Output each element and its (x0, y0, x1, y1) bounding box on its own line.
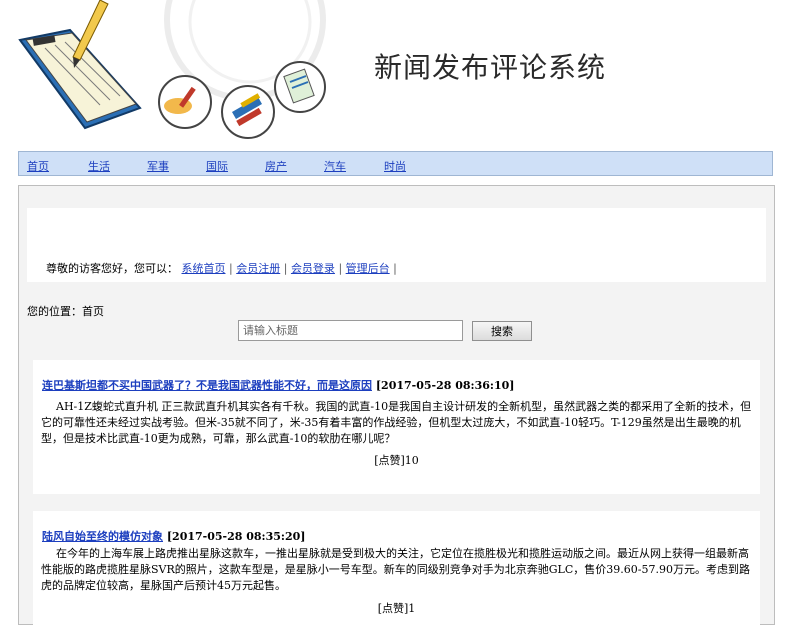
link-separator: | (338, 262, 343, 275)
article-like-count[interactable]: [点赞]10 (33, 452, 760, 468)
article-heading: 陆风自始至终的模仿对象 [2017-05-28 08:35:20] (42, 528, 306, 544)
article-heading: 连巴基斯坦都不买中国武器了？不是我国武器性能不好，而是这原因 [2017-05-… (42, 377, 515, 393)
site-banner: 新闻发布评论系统 (0, 0, 800, 148)
link-register[interactable]: 会员注册 (236, 262, 280, 275)
welcome-panel: 尊敬的访客您好，您可以： 系统首页 | 会员注册 | 会员登录 | 管理后台 | (27, 208, 766, 282)
article-card: 陆风自始至终的模仿对象 [2017-05-28 08:35:20] 在今年的上海… (33, 511, 760, 631)
books-circle-icon (221, 85, 275, 139)
article-summary: AH-1Z蝮蛇式直升机 正三款武直升机其实各有千秋。我国的武直-10是我国自主设… (41, 400, 752, 445)
search-button[interactable]: 搜索 (472, 321, 532, 341)
search-input[interactable] (238, 320, 463, 341)
article-date: [2017-05-28 08:35:20] (166, 530, 306, 543)
main-nav: 首页 生活 军事 国际 房产 汽车 时尚 (18, 151, 773, 176)
article-title-link[interactable]: 陆风自始至终的模仿对象 (42, 530, 163, 543)
article-summary: 在今年的上海车展上路虎推出星脉这款车，一推出星脉就是受到极大的关注，它定位在揽胜… (41, 547, 750, 592)
clipboard-circle-icon (274, 61, 326, 113)
banner-illustration (18, 0, 326, 139)
site-title: 新闻发布评论系统 (374, 51, 607, 84)
nav-item-real-estate[interactable]: 房产 (265, 158, 287, 174)
welcome-text: 尊敬的访客您好，您可以： (46, 262, 178, 275)
nav-item-auto[interactable]: 汽车 (324, 158, 346, 174)
link-login[interactable]: 会员登录 (291, 262, 335, 275)
link-separator: | (393, 262, 397, 275)
article-date: [2017-05-28 08:36:10] (375, 379, 515, 392)
nav-item-life[interactable]: 生活 (88, 158, 110, 174)
link-admin[interactable]: 管理后台 (346, 262, 390, 275)
link-separator: | (283, 262, 288, 275)
article-card: 连巴基斯坦都不买中国武器了？不是我国武器性能不好，而是这原因 [2017-05-… (33, 360, 760, 494)
nav-item-international[interactable]: 国际 (206, 158, 228, 174)
link-separator: | (229, 262, 233, 275)
content-frame: 尊敬的访客您好，您可以： 系统首页 | 会员注册 | 会员登录 | 管理后台 |… (18, 185, 775, 631)
nav-item-home[interactable]: 首页 (27, 158, 49, 174)
nav-item-military[interactable]: 军事 (147, 158, 169, 174)
article-like-count[interactable]: [点赞]1 (33, 600, 760, 616)
writing-circle-icon (158, 75, 212, 129)
welcome-line: 尊敬的访客您好，您可以： 系统首页 | 会员注册 | 会员登录 | 管理后台 | (46, 260, 397, 276)
link-home[interactable]: 系统首页 (182, 262, 226, 275)
nav-item-fashion[interactable]: 时尚 (384, 158, 406, 174)
breadcrumb: 您的位置：首页 (27, 305, 104, 318)
article-title-link[interactable]: 连巴基斯坦都不买中国武器了？不是我国武器性能不好，而是这原因 (42, 379, 372, 392)
